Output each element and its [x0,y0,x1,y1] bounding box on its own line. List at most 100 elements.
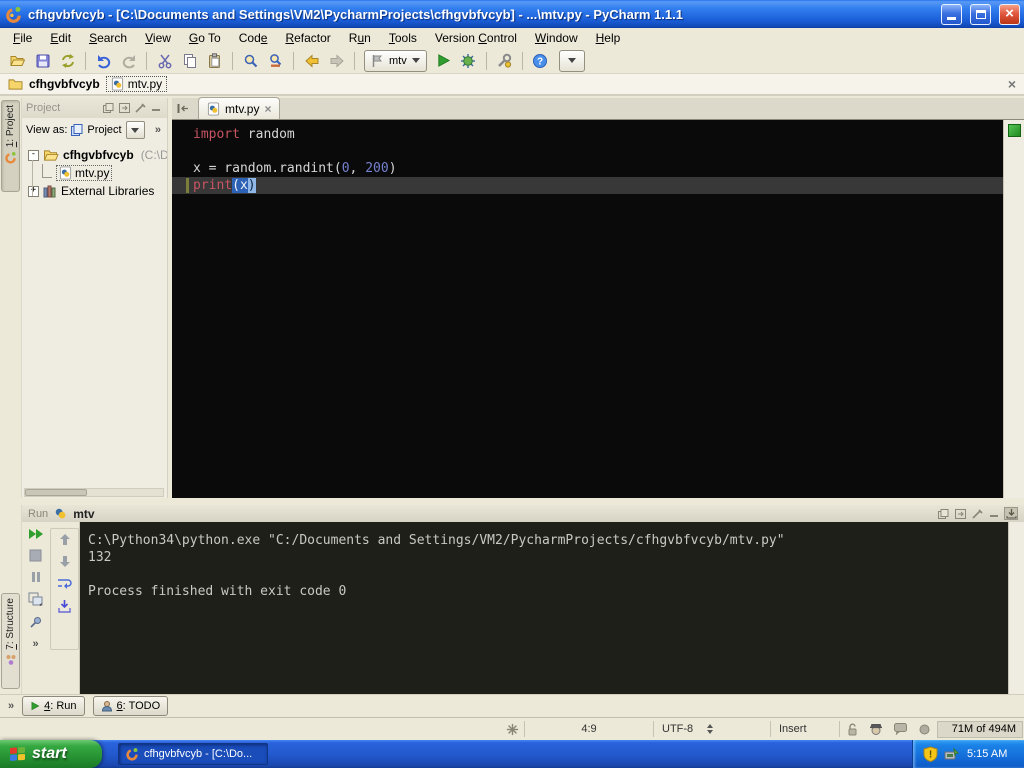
hector-inspector-icon[interactable] [864,723,888,736]
forward-button[interactable] [324,50,349,72]
toolbar-separator [293,51,294,70]
settings-button[interactable] [492,50,517,72]
menu-version-control[interactable]: Version Control [426,29,526,47]
menu-file[interactable]: File [4,29,41,47]
tree-file-selected[interactable]: mtv.py [56,165,113,181]
code-editor[interactable]: import random x = random.randint(0, 200)… [172,120,1003,498]
find-in-path-button[interactable] [263,50,288,72]
restore-button[interactable] [970,3,991,25]
lock-icon[interactable] [840,723,864,736]
tool-button-todo[interactable]: 6: TODO [92,696,169,716]
scrollbar-thumb[interactable] [25,489,87,496]
stop-button[interactable] [29,549,42,562]
undo-button[interactable] [91,50,116,72]
pause-button[interactable] [30,571,42,583]
save-button[interactable] [30,50,55,72]
tool-button-structure[interactable]: 7: Structure [1,593,20,689]
project-horizontal-scrollbar[interactable] [24,488,164,497]
caret-position[interactable]: 4:9 [525,718,653,740]
tool-button-run[interactable]: 4: Run [22,696,85,716]
prev-occurrence-button[interactable] [59,533,71,546]
collapse-left-icon[interactable] [176,102,190,115]
navbar-close-icon[interactable]: × [1008,76,1016,92]
menu-help[interactable]: Help [587,29,630,47]
open-button[interactable] [5,50,30,72]
hide-panel-icon[interactable] [1004,507,1018,520]
horizontal-splitter[interactable] [0,498,1024,505]
cut-button[interactable] [152,50,177,72]
scroll-to-end-button[interactable] [57,599,72,613]
toolwin-chevrons[interactable]: » [8,700,14,712]
safely-remove-hardware-icon[interactable] [944,747,959,761]
start-button[interactable]: start [0,740,102,768]
breadcrumb-project[interactable]: cfhgvbfvcyb [29,77,100,91]
run-configuration-select[interactable]: mtv [364,49,427,72]
pin-button[interactable] [29,615,43,629]
expand-toggle-icon[interactable]: + [28,185,39,197]
find-button[interactable] [238,50,263,72]
menu-search[interactable]: Search [80,29,136,47]
run-toolbar-chevrons[interactable]: » [32,638,38,650]
run-tab-label[interactable]: mtv [73,507,94,521]
redo-button[interactable] [116,50,141,72]
view-mode-value[interactable]: Project [87,124,121,136]
minimize-panel-icon[interactable] [987,507,1001,520]
chevron-down-icon [567,58,576,63]
file-encoding[interactable]: UTF-8 [654,718,770,740]
notifications-bubble-icon[interactable] [888,723,912,735]
tree-row-libraries[interactable]: + External Libraries [28,182,167,200]
inspection-status-icon[interactable] [1007,124,1021,137]
menu-goto[interactable]: Go To [180,29,230,47]
folder-icon [8,78,23,91]
toolbar-separator [146,51,147,70]
paste-button[interactable] [202,50,227,72]
panel-settings-icon[interactable] [970,507,984,520]
status-circle-icon[interactable] [912,724,936,735]
minimize-button[interactable] [941,3,962,25]
breadcrumb-file[interactable]: mtv.py [105,76,168,92]
task-label: cfhgvbfvcyb - [C:\Do... [144,748,253,760]
synchronize-button[interactable] [55,50,80,72]
view-mode-dropdown[interactable] [125,121,145,139]
help-button[interactable]: ? [528,50,553,72]
restore-layout-button[interactable] [28,592,43,606]
float-window-icon[interactable] [102,102,115,114]
menu-refactor[interactable]: Refactor [276,29,339,47]
minimize-panel-icon[interactable] [150,102,163,114]
tool-button-project[interactable]: 1: Project [1,100,20,192]
panel-settings-icon[interactable] [134,102,147,114]
menu-run[interactable]: Run [340,29,380,47]
toolbar-dropdown-button[interactable] [558,49,585,72]
menu-window[interactable]: Window [526,29,587,47]
viewas-chevrons[interactable]: » [155,124,161,136]
dock-window-icon[interactable] [953,507,967,520]
tree-row-root[interactable]: - cfhgvbfvcyb (C:\Do [28,146,167,164]
dock-window-icon[interactable] [118,102,131,114]
security-shield-icon[interactable]: ! [923,746,938,762]
tree-row-file[interactable]: mtv.py [28,164,167,182]
back-button[interactable] [299,50,324,72]
float-window-icon[interactable] [936,507,950,520]
tab-close-icon[interactable]: × [264,102,271,116]
run-button[interactable] [431,50,456,72]
soft-wrap-button[interactable] [57,577,72,590]
debug-button[interactable] [456,50,481,72]
insert-mode-indicator[interactable]: Insert [771,718,839,740]
run-console[interactable]: C:\Python34\python.exe "C:/Documents and… [80,522,1008,694]
menu-code[interactable]: Code [230,29,277,47]
menu-view[interactable]: View [136,29,180,47]
menu-edit[interactable]: Edit [41,29,80,47]
menu-tools[interactable]: Tools [380,29,426,47]
rerun-button[interactable] [28,528,44,540]
copy-button[interactable] [177,50,202,72]
next-occurrence-button[interactable] [59,555,71,568]
view-as-label: View as: [26,124,68,136]
background-tasks-icon[interactable] [500,723,524,736]
todo-icon [101,700,113,712]
memory-indicator[interactable]: 71M of 494M [937,720,1023,738]
editor-tab-mtv[interactable]: mtv.py × [198,97,281,119]
taskbar-task-pycharm[interactable]: cfhgvbfvcyb - [C:\Do... [118,743,268,765]
run-play-icon [436,53,451,68]
close-button[interactable]: × [999,3,1020,25]
collapse-toggle-icon[interactable]: - [28,149,39,161]
